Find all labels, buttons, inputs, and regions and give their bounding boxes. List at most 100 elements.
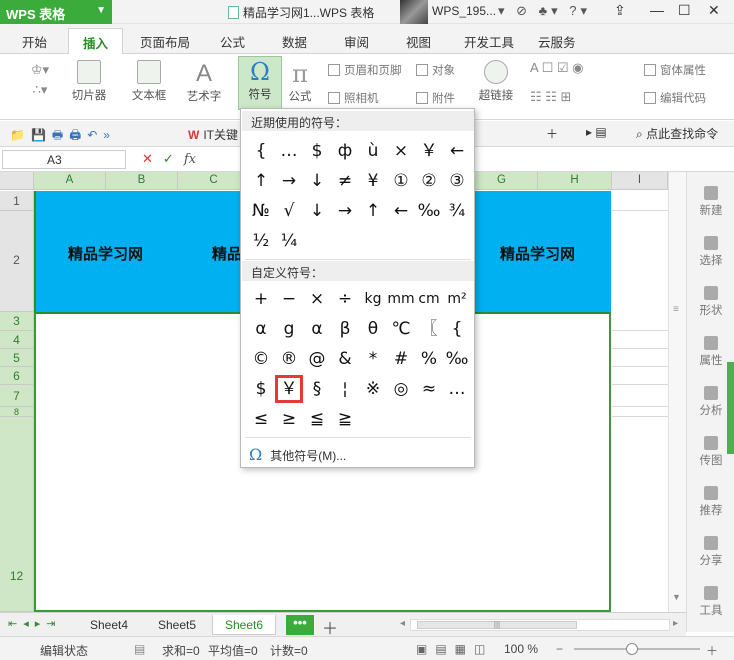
restore-panel-icon[interactable]: ⇪ [614, 2, 626, 19]
recent-symbol[interactable]: ← [443, 137, 471, 165]
column-header-i[interactable]: I [612, 172, 668, 190]
custom-symbol[interactable]: # [387, 345, 415, 373]
menu-developer[interactable]: 开发工具 [464, 32, 514, 51]
custom-symbol[interactable]: & [331, 345, 359, 373]
custom-symbol[interactable]: ‰ [443, 345, 471, 373]
recent-symbol[interactable]: ↑ [359, 197, 387, 225]
custom-symbol[interactable]: ÷ [331, 285, 359, 313]
panel-share[interactable]: 分享 [687, 536, 734, 568]
maximize-button[interactable]: ☐ [678, 2, 691, 19]
sheet-tab-6[interactable]: Sheet6 [212, 615, 277, 635]
object-button[interactable]: 对象 [416, 62, 455, 78]
row-header-12[interactable]: 12 [0, 417, 34, 612]
menu-review[interactable]: 审阅 [344, 32, 369, 51]
recent-symbol[interactable]: ③ [443, 167, 471, 195]
recent-symbol[interactable]: ¾ [443, 197, 471, 225]
custom-symbol[interactable]: { [443, 315, 471, 343]
zoom-out-icon[interactable]: − [556, 642, 563, 656]
recent-symbol[interactable]: … [275, 137, 303, 165]
panel-shape[interactable]: 形状 [687, 286, 734, 318]
scroll-thumb[interactable]: ||| [417, 621, 577, 629]
row-header-7[interactable]: 7 [0, 385, 34, 407]
custom-symbol[interactable]: g [275, 315, 303, 343]
custom-symbol[interactable]: ◎ [387, 375, 415, 403]
custom-symbol[interactable]: … [443, 375, 471, 403]
custom-symbol[interactable]: ® [275, 345, 303, 373]
recent-symbol[interactable]: ≠ [331, 167, 359, 195]
menu-data[interactable]: 数据 [282, 32, 307, 51]
recent-symbol[interactable]: ↓ [303, 167, 331, 195]
custom-symbol[interactable]: α [247, 315, 275, 343]
panel-select[interactable]: 选择 [687, 236, 734, 268]
camera-button[interactable]: 照相机 [328, 90, 379, 106]
custom-symbol[interactable]: ≤ [247, 405, 275, 433]
custom-symbol[interactable]: ≥ [275, 405, 303, 433]
cell-c2[interactable]: 精品 [212, 243, 242, 264]
select-all-corner[interactable] [0, 172, 34, 190]
menu-insert[interactable]: 插入 [68, 28, 124, 55]
custom-symbol[interactable]: 〖 [415, 315, 443, 343]
document-tab[interactable]: W IT关键 [188, 126, 238, 143]
avatar[interactable] [400, 0, 428, 24]
cell-a2[interactable]: 精品学习网 [68, 243, 143, 264]
recent-symbol[interactable]: → [275, 167, 303, 195]
row-header-5[interactable]: 5 [0, 349, 34, 367]
edit-code-button[interactable]: 编辑代码 [644, 90, 706, 106]
row-header-2[interactable]: 2 [0, 211, 34, 312]
scroll-left-icon[interactable]: ◂ [400, 618, 405, 629]
recent-symbol[interactable]: ф [331, 137, 359, 165]
panel-tools[interactable]: 工具 [687, 586, 734, 618]
menu-page-layout[interactable]: 页面布局 [140, 32, 190, 51]
panel-recommend[interactable]: 推荐 [687, 486, 734, 518]
recent-symbol[interactable]: → [331, 197, 359, 225]
column-header-a[interactable]: A [34, 172, 106, 190]
form-controls-row2[interactable]: ☷ ☷ ⊞ [530, 89, 571, 105]
custom-symbol[interactable]: © [247, 345, 275, 373]
slicer-button[interactable]: 切片器 [66, 60, 112, 103]
form-controls-row1[interactable]: A ☐ ☑ ◉ [530, 60, 583, 76]
vertical-scrollbar[interactable]: ≡ ▼ [668, 172, 686, 612]
custom-symbol[interactable]: β [331, 315, 359, 343]
custom-symbol[interactable]: § [303, 375, 331, 403]
form-properties-button[interactable]: 窗体属性 [644, 62, 706, 78]
recent-symbol[interactable]: { [247, 137, 275, 165]
column-header-g[interactable]: G [466, 172, 538, 190]
recent-symbol[interactable]: ¥ [359, 167, 387, 195]
custom-symbol[interactable]: ¦ [331, 375, 359, 403]
recent-symbol[interactable]: ② [415, 167, 443, 195]
custom-symbol[interactable]: m² [443, 285, 471, 313]
custom-symbol[interactable]: ≈ [415, 375, 443, 403]
shapes-gallery[interactable]: ♔▾ ∴▾ [20, 60, 60, 100]
minimize-button[interactable]: — [650, 2, 664, 18]
custom-symbol[interactable]: ℃ [387, 315, 415, 343]
custom-symbol[interactable]: $ [247, 375, 275, 403]
row-header-3[interactable]: 3 [0, 312, 34, 331]
recent-symbol[interactable]: ￥ [415, 137, 443, 165]
fx-icon[interactable]: fx [184, 152, 196, 167]
recent-symbol[interactable]: ù [359, 137, 387, 165]
custom-symbol[interactable]: cm [415, 285, 443, 313]
more-symbols-button[interactable]: Ω 其他符号(M)... [249, 445, 346, 464]
scroll-down-icon[interactable]: ▼ [672, 592, 681, 602]
recent-symbol[interactable]: ‰ [415, 197, 443, 225]
custom-symbol[interactable]: + [247, 285, 275, 313]
row-header-6[interactable]: 6 [0, 367, 34, 385]
row-header-1[interactable]: 1 [0, 191, 34, 211]
view-mode-icons[interactable]: ▣▤▦◫ [416, 642, 493, 656]
confirm-icon[interactable]: ✓ [163, 151, 174, 166]
panel-new[interactable]: 新建 [687, 186, 734, 218]
custom-symbol[interactable]: ※ [359, 375, 387, 403]
custom-symbol[interactable]: α [303, 315, 331, 343]
sheet-tab-4[interactable]: Sheet4 [78, 615, 140, 635]
panel-toggle-icons[interactable]: ▸ ▤ [586, 125, 607, 139]
recent-symbol[interactable]: ¼ [275, 227, 303, 255]
row-header-8[interactable]: 8 [0, 407, 34, 417]
hyperlink-button[interactable]: 超链接 [474, 60, 518, 103]
quick-access-icons[interactable]: 📁💾🖶🖨↶» [10, 126, 116, 147]
title-tools[interactable]: ▾ ⊘ ♣▾ ?▾ [498, 3, 591, 19]
cell-g2[interactable]: 精品学习网 [500, 243, 575, 264]
zoom-slider-knob[interactable] [626, 643, 638, 655]
menu-home[interactable]: 开始 [22, 32, 47, 51]
sheet-nav-arrows[interactable]: ⇤◂▸⇥ [8, 617, 61, 630]
recent-symbol[interactable]: ① [387, 167, 415, 195]
